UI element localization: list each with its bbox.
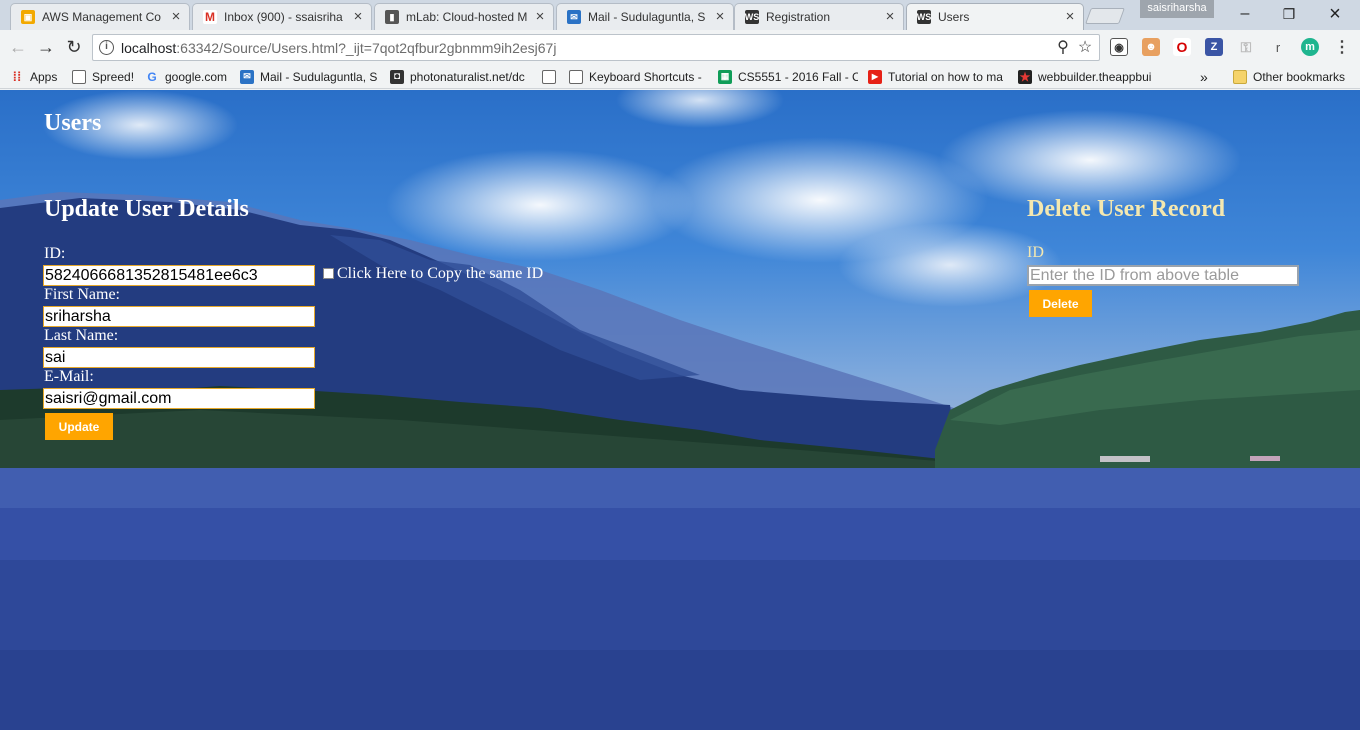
tab-mail[interactable]: ✉ Mail - Sudulaguntla, S × — [556, 3, 734, 30]
aws-icon: ▣ — [21, 10, 35, 24]
profile-button[interactable]: saisriharsha — [1140, 0, 1214, 18]
other-bookmarks[interactable]: Other bookmarks — [1233, 68, 1353, 85]
id-label: ID: — [44, 245, 66, 262]
gmail-icon: M — [203, 10, 217, 24]
bookmark-page[interactable] — [542, 68, 558, 85]
close-icon[interactable]: × — [1063, 9, 1077, 24]
page-title: Users — [44, 110, 102, 136]
url-text[interactable]: localhost:63342/Source/Users.html?_ijt=7… — [121, 40, 556, 56]
email-label: E-Mail: — [44, 368, 94, 385]
minimize-icon[interactable]: – — [1222, 0, 1268, 28]
id-field[interactable] — [43, 265, 315, 286]
reload-icon[interactable]: ↻ — [62, 35, 86, 59]
first-name-field[interactable] — [43, 306, 315, 327]
tab-title: Users — [938, 10, 970, 24]
close-icon[interactable]: × — [533, 9, 547, 24]
r-extension-icon[interactable]: r — [1269, 38, 1287, 56]
copy-id-label[interactable]: Click Here to Copy the same ID — [337, 265, 543, 283]
close-icon[interactable]: × — [713, 9, 727, 24]
bookmarks-bar: ⁞⁞ Apps Spreed! G google.com ✉ Mail - Su… — [0, 64, 1360, 89]
tab-registration[interactable]: WS Registration × — [734, 3, 904, 30]
menu-dots-icon[interactable]: ⋮ — [1333, 38, 1351, 56]
tab-users[interactable]: WS Users × — [906, 3, 1084, 30]
first-name-label: First Name: — [44, 286, 120, 303]
update-button[interactable]: Update — [45, 413, 113, 440]
zotero-extension-icon[interactable]: Z — [1205, 38, 1223, 56]
mlab-icon: ▮ — [385, 10, 399, 24]
bookmark-google[interactable]: G google.com — [145, 68, 231, 85]
bookmark-photonaturalist[interactable]: ◘ photonaturalist.net/dc — [390, 68, 528, 85]
delete-id-label: ID — [1027, 244, 1044, 261]
delete-section-heading: Delete User Record — [1027, 196, 1226, 222]
page-viewport: Users Update User Details ID: Click Here… — [0, 90, 1360, 730]
window-close-icon[interactable]: × — [1312, 0, 1358, 28]
tab-title: AWS Management Co — [42, 10, 161, 24]
tab-title: Inbox (900) - ssaisriha — [224, 10, 343, 24]
bookmark-webbuilder[interactable]: ★ webbuilder.theappbui — [1018, 68, 1156, 85]
tab-aws[interactable]: ▣ AWS Management Co × — [10, 3, 190, 30]
delete-id-field[interactable] — [1027, 265, 1299, 286]
google-icon: G — [147, 69, 157, 84]
url-path: :63342/Source/Users.html?_ijt=7qot2qfbur… — [176, 40, 557, 56]
webstorm-icon: WS — [744, 10, 760, 24]
address-bar[interactable]: i localhost:63342/Source/Users.html?_ijt… — [92, 34, 1100, 61]
apps-grid-icon: ⁞⁞ — [12, 69, 22, 84]
bookmark-apps[interactable]: ⁞⁞ Apps — [10, 68, 62, 85]
page-icon — [569, 69, 583, 84]
new-tab-button[interactable] — [1085, 8, 1125, 24]
update-section-heading: Update User Details — [44, 196, 249, 222]
sheets-icon: ▦ — [718, 69, 732, 84]
close-icon[interactable]: × — [351, 9, 365, 24]
m-extension-icon[interactable]: m — [1301, 38, 1319, 56]
face-extension-icon[interactable]: ☻ — [1142, 38, 1160, 56]
bookmark-cs5551[interactable]: ▦ CS5551 - 2016 Fall - C — [718, 68, 858, 85]
bookmark-mail[interactable]: ✉ Mail - Sudulaguntla, S — [240, 68, 378, 85]
bookmark-spreed[interactable]: Spreed! — [72, 68, 134, 85]
back-arrow-icon[interactable]: ← — [6, 35, 30, 59]
url-host: localhost — [121, 40, 177, 56]
forward-arrow-icon[interactable]: → — [34, 35, 58, 59]
star-icon: ★ — [1018, 69, 1032, 84]
zoom-icon[interactable]: ⚲ — [1053, 38, 1073, 58]
owl-extension-icon[interactable]: ◉ — [1110, 38, 1128, 56]
last-name-field[interactable] — [43, 347, 315, 368]
folder-icon — [1233, 69, 1247, 84]
bookmark-tutorial[interactable]: ▶ Tutorial on how to ma — [868, 68, 1008, 85]
tab-title: Registration — [766, 10, 831, 24]
info-icon[interactable]: i — [99, 40, 114, 55]
youtube-icon: ▶ — [868, 69, 882, 84]
last-name-label: Last Name: — [44, 327, 119, 344]
tab-inbox[interactable]: M Inbox (900) - ssaisriha × — [192, 3, 372, 30]
copy-id-checkbox[interactable] — [323, 268, 334, 279]
bookmarks-overflow-button[interactable]: » — [1200, 68, 1214, 85]
browser-toolbar: ← → ↻ i localhost:63342/Source/Users.htm… — [0, 30, 1360, 64]
tab-title: Mail - Sudulaguntla, S — [588, 10, 706, 24]
page-icon — [72, 69, 86, 84]
tab-title: mLab: Cloud-hosted M — [406, 10, 528, 24]
mail-icon: ✉ — [567, 10, 581, 24]
page-icon — [542, 69, 556, 84]
tab-mlab[interactable]: ▮ mLab: Cloud-hosted M × — [374, 3, 554, 30]
bookmark-star-icon[interactable]: ☆ — [1075, 38, 1095, 58]
opera-extension-icon[interactable]: O — [1173, 38, 1191, 56]
close-icon[interactable]: × — [169, 9, 183, 24]
mail-icon: ✉ — [240, 69, 254, 84]
lake-mountain-background — [0, 192, 1360, 730]
email-field[interactable] — [43, 388, 315, 409]
restore-icon[interactable]: ❐ — [1266, 0, 1312, 28]
webstorm-icon: WS — [916, 10, 932, 24]
camera-icon: ◘ — [390, 69, 404, 84]
bookmark-keyboard-shortcuts[interactable]: Keyboard Shortcuts - — [569, 68, 709, 85]
delete-button[interactable]: Delete — [1029, 290, 1092, 317]
lock-extension-icon[interactable]: ⚿ — [1237, 38, 1255, 56]
tab-strip: ▣ AWS Management Co × M Inbox (900) - ss… — [0, 0, 1360, 30]
close-icon[interactable]: × — [883, 9, 897, 24]
